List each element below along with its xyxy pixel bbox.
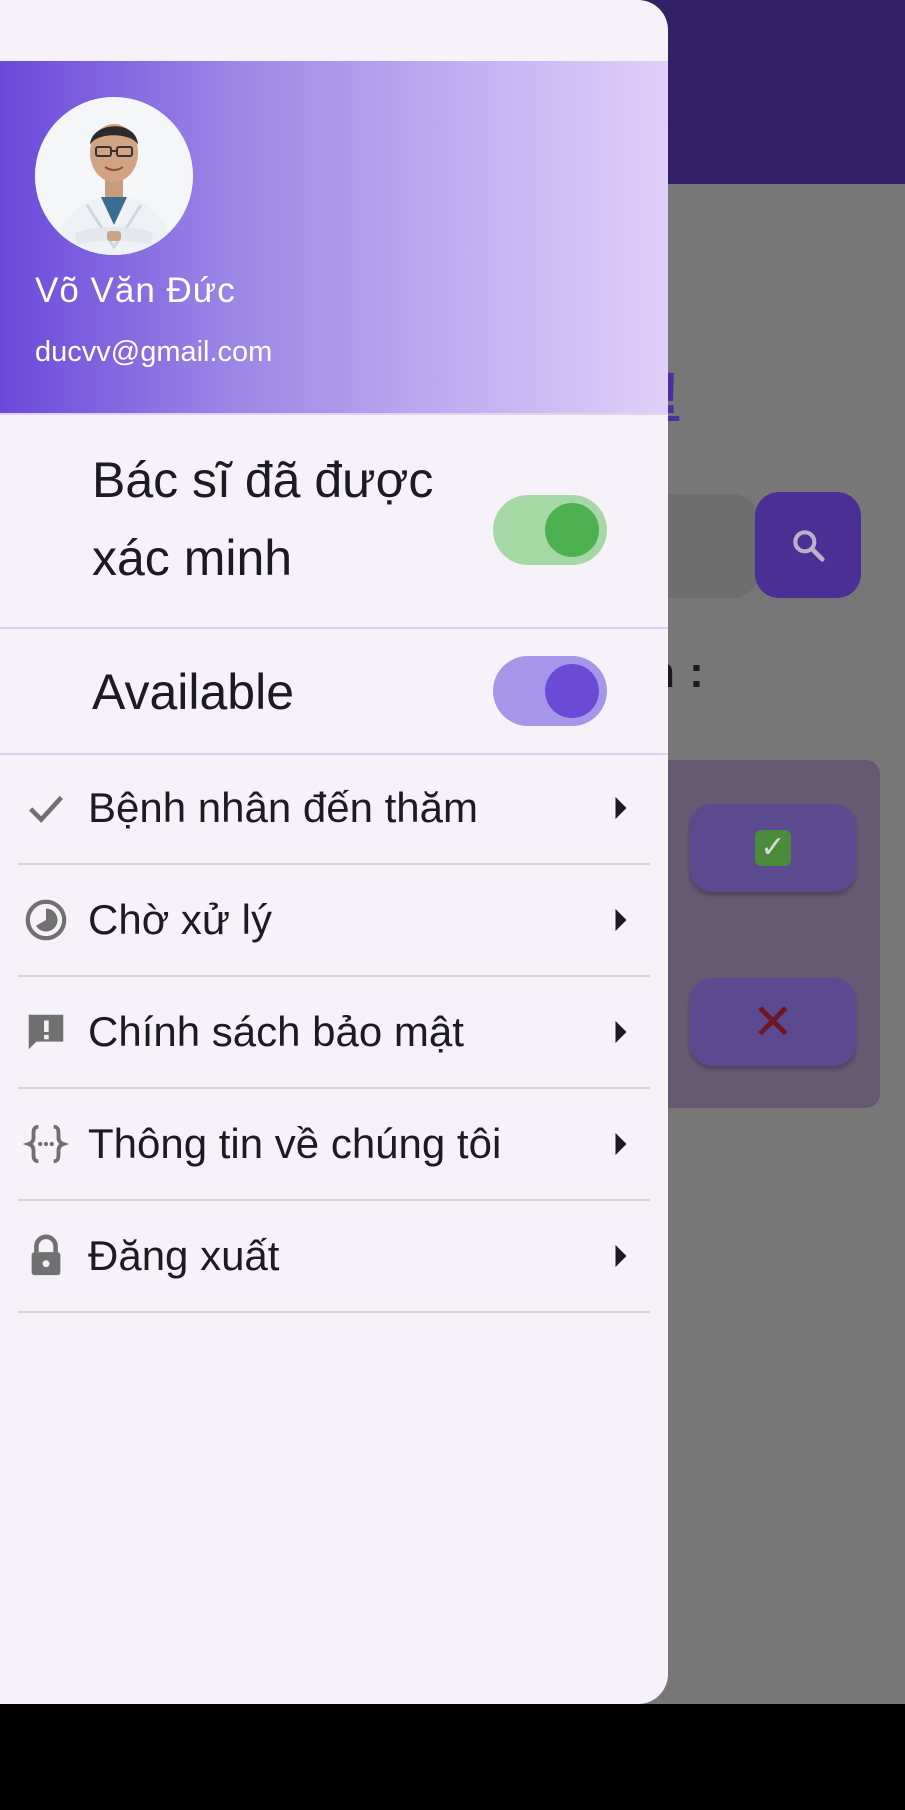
- verified-toggle-label: Bác sĩ đã được xác minh: [92, 452, 434, 586]
- menu-item-about-us[interactable]: Thông tin về chúng tôi: [18, 1089, 650, 1201]
- pie-clock-icon: [20, 894, 72, 946]
- check-box-icon: ✓: [755, 830, 791, 866]
- search-icon: [793, 530, 825, 562]
- menu-item-logout[interactable]: Đăng xuất: [18, 1201, 650, 1313]
- check-icon: [20, 782, 72, 834]
- verified-switch[interactable]: [493, 495, 607, 565]
- drawer-header: Võ Văn Đức ducvv@gmail.com: [0, 61, 668, 415]
- arrow-right-icon: [606, 1241, 636, 1271]
- menu-item-pending[interactable]: Chờ xử lý: [18, 865, 650, 977]
- menu-item-visiting-patients[interactable]: Bệnh nhân đến thăm: [18, 753, 650, 865]
- menu-item-privacy-policy[interactable]: Chính sách bảo mật: [18, 977, 650, 1089]
- code-braces-icon: [20, 1118, 72, 1170]
- arrow-right-icon: [606, 793, 636, 823]
- arrow-right-icon: [606, 1129, 636, 1159]
- menu-item-label: Chính sách bảo mật: [88, 1008, 464, 1055]
- appointment-card: ✓ ✕: [640, 760, 880, 1108]
- user-email: ducvv@gmail.com: [35, 336, 273, 368]
- menu-item-label: Thông tin về chúng tôi: [88, 1120, 502, 1167]
- verified-toggle-row[interactable]: Bác sĩ đã được xác minh: [0, 415, 668, 629]
- accept-button[interactable]: ✓: [690, 804, 856, 892]
- lock-icon: [20, 1230, 72, 1282]
- feedback-alert-icon: [20, 1006, 72, 1058]
- menu-item-label: Đăng xuất: [88, 1232, 280, 1279]
- user-name: Võ Văn Đức: [35, 271, 236, 310]
- drawer-menu: Bệnh nhân đến thăm Chờ xử lý Chính sách …: [0, 753, 668, 1313]
- switch-knob: [545, 664, 599, 718]
- doctor-avatar-image: [35, 97, 193, 255]
- reject-button[interactable]: ✕: [690, 978, 856, 1066]
- menu-item-label: Chờ xử lý: [88, 896, 273, 943]
- available-switch[interactable]: [493, 656, 607, 726]
- available-toggle-label: Available: [92, 664, 295, 720]
- avatar[interactable]: [35, 97, 193, 255]
- menu-item-label: Bệnh nhân đến thăm: [88, 784, 478, 831]
- cross-icon: ✕: [752, 993, 794, 1051]
- search-button[interactable]: [755, 492, 861, 598]
- arrow-right-icon: [606, 905, 636, 935]
- arrow-right-icon: [606, 1017, 636, 1047]
- navigation-drawer: Võ Văn Đức ducvv@gmail.com Bác sĩ đã đượ…: [0, 0, 668, 1704]
- switch-knob: [545, 503, 599, 557]
- system-navigation-bar: [0, 1704, 905, 1810]
- available-toggle-row[interactable]: Available: [0, 629, 668, 755]
